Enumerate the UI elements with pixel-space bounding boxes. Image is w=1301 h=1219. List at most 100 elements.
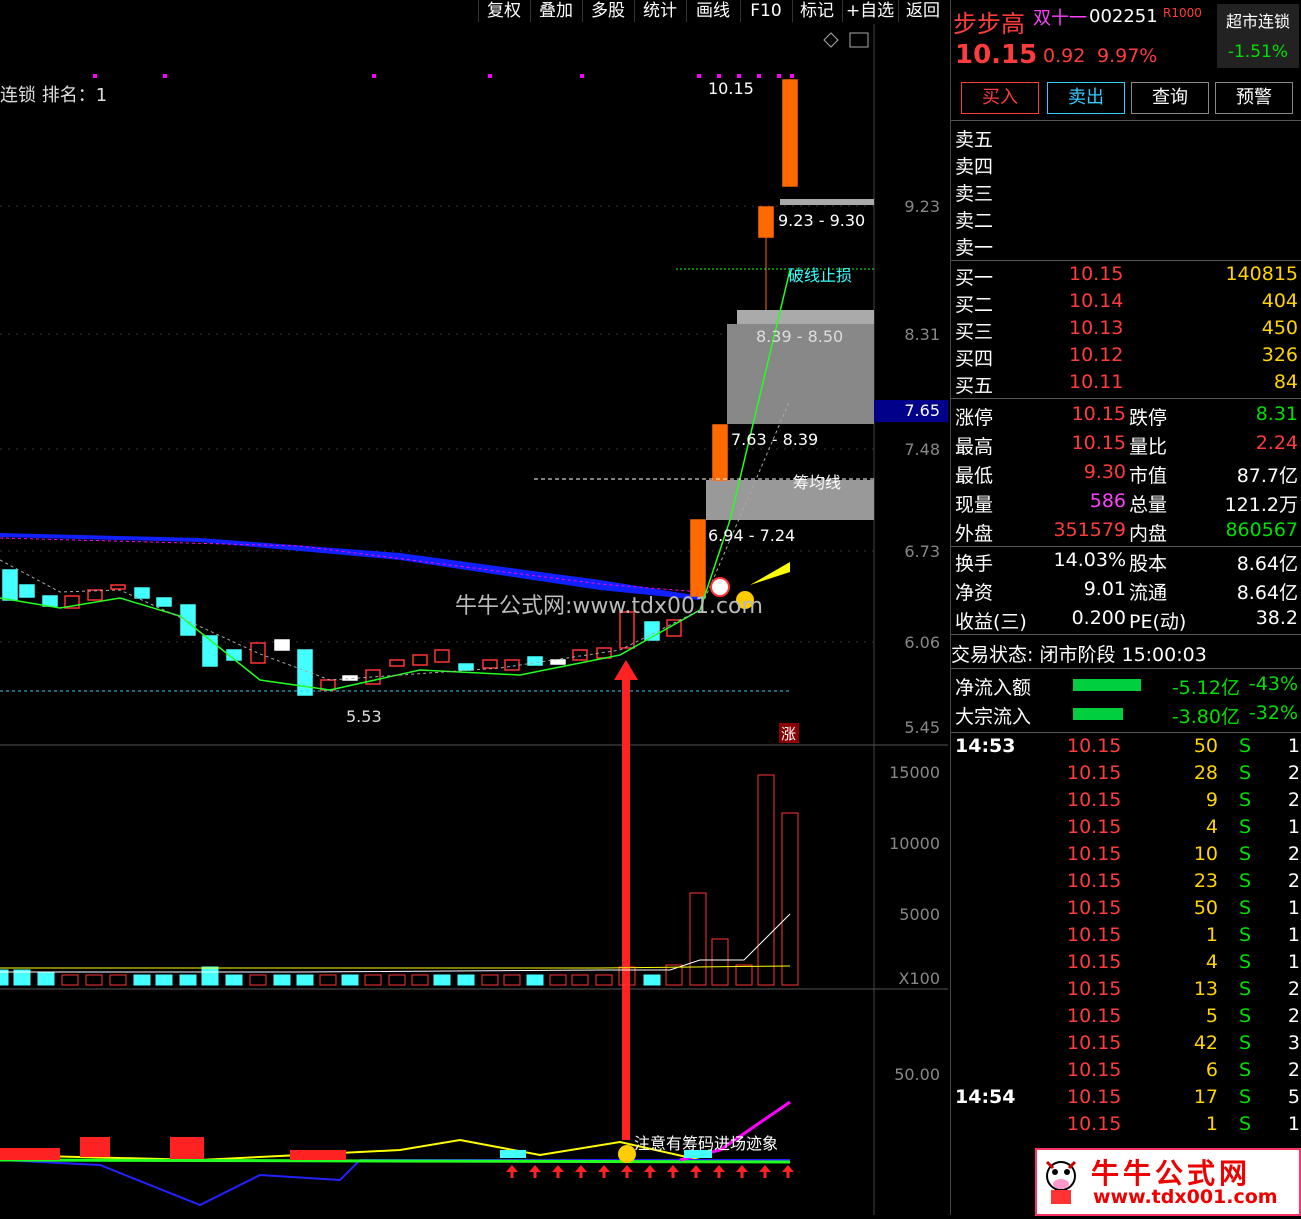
volume-bar [364,974,382,986]
indicator-axis-label: 50.00 [894,1065,940,1084]
stat-label: 最高 [955,436,994,458]
volume-axis-label: 10000 [889,834,940,853]
bid-label: 买四 [955,348,994,370]
sector-box[interactable]: 超市连锁 -1.51% [1217,4,1299,68]
kline-chart-svg[interactable]: 9.23 8.31 7.65 7.48 6.73 6.06 5.45 15000 10000 50… [0,24,948,1215]
volume-bar [85,974,103,986]
quote-side-panel: 步步高 双十一 002251 R1000 超市连锁 -1.51% 10.15 0… [950,0,1301,1216]
ask-label: 卖四 [955,156,994,178]
stat-label: 市值 [1129,465,1168,487]
bid-price: 10.12 [1069,344,1124,366]
toolbar-button-7[interactable]: +自选 [842,0,897,22]
toolbar-button-1[interactable]: 叠加 [530,0,581,22]
candle [550,659,566,665]
stat-row: 最低 9.30 市值 87.7亿 [951,460,1301,487]
tick-row: 10.15 4 S 1 [951,815,1301,842]
tick-row: 10.15 10 S 2 [951,842,1301,869]
tick-volume: 10 [1193,843,1218,865]
tick-side: S [1239,843,1252,865]
low-price-label: 5.53 [346,707,382,726]
toolbar-button-4[interactable]: 画线 [686,0,739,22]
tick-count: 1 [1287,735,1300,757]
rank-label: 连锁 排名：1 [0,85,107,106]
volume-bar [411,974,429,986]
stock-badge: R1000 [1163,6,1202,20]
stat-row: 涨停 10.15 跌停 8.31 [951,402,1301,429]
candle [712,424,728,481]
ask-row: 卖一 [951,232,1301,259]
toolbar-button-3[interactable]: 统计 [634,0,685,22]
buy-button[interactable]: 买入 [961,82,1039,114]
stat-row: 换手 14.03% 股本 8.64亿 [951,548,1301,575]
tick-count: 1 [1287,924,1300,946]
volume-axis-label: 5000 [899,905,940,924]
toolbar-button-5[interactable]: F10 [740,0,791,22]
volume-bar [296,974,314,986]
stat-value: 38.2 [1255,607,1298,629]
ask-label: 卖五 [955,129,994,151]
buy-arrow-icon [575,1165,587,1178]
tick-count: 2 [1287,1059,1300,1081]
tick-row: 14:54 10.15 17 S 5 [951,1085,1301,1112]
toolbar-button-0[interactable]: 复权 [478,0,529,22]
tick-side: S [1239,978,1252,1000]
volume-bar [37,971,55,986]
tick-side: S [1239,1086,1252,1108]
bid-row: 买四 10.12 326 [951,343,1301,370]
volume-bar [503,974,521,986]
buy-arrow-icon [667,1165,679,1178]
indicator-line [0,1158,791,1164]
signal-dot [717,74,721,78]
bid-volume: 404 [1261,290,1298,312]
indicator-bar [80,1137,110,1157]
toolbar-button-8[interactable]: 返回 [898,0,947,22]
bid-row: 买三 10.13 450 [951,316,1301,343]
kline-chart-area[interactable]: 9.23 8.31 7.65 7.48 6.73 6.06 5.45 15000 10000 50… [0,24,948,1215]
stat-label: 量比 [1129,436,1168,458]
tick-volume: 13 [1193,978,1218,1000]
stock-code: 002251 [1089,6,1158,27]
volume-bar [109,974,127,986]
price-change-pct: 9.97% [1097,45,1158,67]
indicator-bar [500,1150,526,1158]
stat-value: 121.2万 [1224,494,1298,516]
query-button[interactable]: 查询 [1131,82,1209,114]
tick-count: 2 [1287,1005,1300,1027]
volume-bar [61,974,79,986]
tick-count: 5 [1287,1086,1300,1108]
stat-label: 跌停 [1129,407,1168,429]
toolbar-button-6[interactable]: 标记 [792,0,841,22]
indicator-note: 注意有筹码进场迹象 [634,1134,778,1153]
volume-bar [571,974,589,986]
tick-row: 10.15 1 S 1 [951,923,1301,950]
price-axis-label: 6.73 [904,542,940,561]
toolbar-button-2[interactable]: 多股 [582,0,633,22]
site-logo: 牛牛公式网 www.tdx001.com [1035,1148,1301,1216]
bid-volume: 326 [1261,344,1298,366]
sell-button[interactable]: 卖出 [1047,82,1125,114]
signal-dot [580,74,584,78]
stat-value: 10.15 [1071,432,1126,454]
candle [250,642,266,664]
tick-side: S [1239,951,1252,973]
tick-price: 10.15 [1067,816,1122,838]
tick-volume: 1 [1205,924,1218,946]
flow-row: 大宗流入 -3.80亿 -32% [951,701,1301,728]
tick-row: 10.15 50 S 1 [951,896,1301,923]
tick-count: 2 [1287,978,1300,1000]
alert-button[interactable]: 预警 [1215,82,1293,114]
tick-volume: 1 [1205,1113,1218,1135]
ask-label: 卖一 [955,237,994,259]
tick-side: S [1239,897,1252,919]
price-axis-label: 5.45 [904,718,940,737]
buy-arrow-icon [621,1165,633,1178]
tick-count: 1 [1287,897,1300,919]
buy-arrow-icon [598,1165,610,1178]
volume-bar [341,974,359,986]
tick-row: 10.15 5 S 2 [951,1004,1301,1031]
avg-line-label: 筹均线 [793,473,841,492]
volume-bar [319,974,337,986]
flow-pct: -32% [1248,702,1298,724]
tick-price: 10.15 [1067,1086,1122,1108]
zone-label: 7.63 - 8.39 [731,430,818,449]
